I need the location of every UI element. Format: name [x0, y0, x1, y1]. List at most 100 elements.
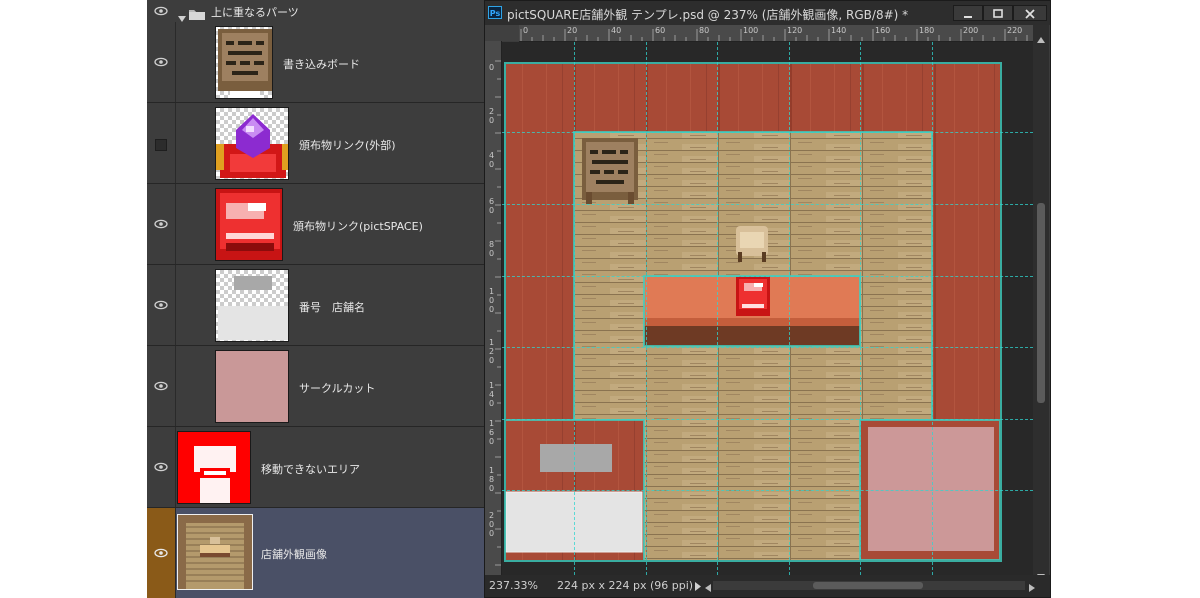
canvas-area[interactable] — [502, 42, 1033, 575]
group-name: 上に重なるパーツ — [211, 6, 299, 19]
ruler-label: 160 — [875, 26, 891, 35]
layer-thumbnail — [215, 107, 289, 180]
layer-visibility-toggle[interactable] — [147, 22, 176, 102]
layer-name: 頒布物リンク(外部) — [299, 139, 396, 152]
guide-line — [646, 42, 647, 575]
layer-thumbnail — [177, 514, 253, 590]
layer-thumbnail — [215, 269, 289, 342]
layer-name: サークルカット — [299, 382, 376, 395]
ruler-vertical[interactable]: 0 2 0 4 0 6 0 8 0 1 0 0 1 2 0 1 4 0 1 6 … — [485, 41, 502, 575]
layer-row[interactable]: 頒布物リンク(pictSPACE) — [147, 184, 484, 265]
layer-group-header[interactable]: 上に重なるパーツ — [147, 0, 484, 23]
guide-line — [502, 419, 1033, 420]
document-size-info: 224 px x 224 px (96 ppi) — [557, 579, 694, 592]
guide-line — [574, 42, 575, 575]
zoom-level[interactable]: 237.33% — [489, 579, 538, 592]
scroll-left-icon[interactable] — [705, 582, 711, 595]
layer-name: 店舗外観画像 — [261, 548, 327, 561]
minimize-icon — [954, 9, 982, 19]
ruler-label: 2 0 0 — [489, 511, 495, 538]
maximize-button[interactable] — [983, 5, 1013, 21]
ruler-label: 140 — [831, 26, 847, 35]
layer-row[interactable]: サークルカット — [147, 346, 484, 427]
ruler-label: 1 0 0 — [489, 287, 495, 314]
horizontal-scroll-thumb[interactable] — [813, 582, 923, 589]
layer-visibility-toggle[interactable] — [147, 103, 176, 183]
layers-panel: 上に重なるパーツ 書き込みボード 頒布物リンク(外部) 頒布物リンク(pictS… — [147, 0, 484, 598]
layer-name: 書き込みボード — [283, 58, 360, 71]
ruler-top-ticks — [520, 29, 1028, 41]
layer-thumbnail — [177, 431, 251, 504]
visibility-off-box[interactable] — [155, 139, 167, 151]
vertical-scrollbar[interactable] — [1033, 25, 1049, 580]
scroll-up-icon[interactable] — [1037, 28, 1045, 47]
ruler-label: 80 — [699, 26, 710, 35]
guide-line — [502, 490, 1033, 491]
ruler-label: 1 2 0 — [489, 338, 495, 365]
ruler-label: 120 — [787, 26, 803, 35]
layer-visibility-toggle[interactable] — [147, 508, 176, 598]
horizontal-scrollbar[interactable] — [713, 581, 1025, 590]
eye-icon[interactable] — [154, 57, 168, 67]
ruler-label: 100 — [743, 26, 759, 35]
document-window: Ps pictSQUARE店舗外観 テンプレ.psd @ 237% (店舗外観画… — [484, 0, 1051, 598]
close-button[interactable] — [1013, 5, 1047, 21]
layer-name: 頒布物リンク(pictSPACE) — [293, 220, 423, 233]
ruler-label: 60 — [655, 26, 666, 35]
scroll-right-icon[interactable] — [1029, 582, 1035, 595]
guide-line — [502, 347, 1033, 348]
ruler-label: 1 8 0 — [489, 466, 495, 493]
layer-visibility-toggle[interactable] — [147, 427, 176, 507]
ruler-label: 220 — [1007, 26, 1023, 35]
ruler-label: 40 — [611, 26, 622, 35]
vertical-scroll-thumb[interactable] — [1037, 203, 1045, 403]
eye-icon[interactable] — [154, 548, 168, 558]
document-titlebar[interactable]: Ps pictSQUARE店舗外観 テンプレ.psd @ 237% (店舗外観画… — [485, 1, 1050, 25]
ruler-label: 1 6 0 — [489, 419, 495, 446]
layer-row[interactable]: 番号 店舗名 — [147, 265, 484, 346]
ruler-label: 180 — [919, 26, 935, 35]
layer-row[interactable]: 書き込みボード — [147, 22, 484, 103]
maximize-icon — [984, 9, 1012, 19]
ruler-label: 200 — [963, 26, 979, 35]
minimize-button[interactable] — [953, 5, 983, 21]
ruler-label: 2 0 — [489, 107, 495, 125]
guide-line — [502, 132, 1033, 133]
ruler-label: 4 0 — [489, 151, 495, 169]
eye-icon[interactable] — [154, 6, 168, 16]
store-canvas[interactable] — [502, 42, 1033, 575]
ruler-label: 20 — [567, 26, 578, 35]
guide-line — [860, 42, 861, 575]
layer-thumbnail — [215, 26, 273, 99]
layer-row[interactable]: 移動できないエリア — [147, 427, 484, 508]
eye-icon[interactable] — [154, 381, 168, 391]
document-title: pictSQUARE店舗外観 テンプレ.psd @ 237% (店舗外観画像, … — [507, 8, 909, 22]
eye-icon[interactable] — [154, 219, 168, 229]
ruler-label: 1 4 0 — [489, 381, 495, 408]
guide-line — [789, 42, 790, 575]
ruler-horizontal[interactable]: 0 20 40 60 80 100 120 140 160 180 200 22… — [519, 25, 1033, 42]
eye-icon[interactable] — [154, 462, 168, 472]
layer-thumbnail — [215, 188, 283, 261]
ruler-label: 6 0 — [489, 197, 495, 215]
guide-line — [502, 276, 1033, 277]
ruler-label: 0 — [523, 26, 529, 35]
guide-line — [717, 42, 718, 575]
layer-row[interactable]: 頒布物リンク(外部) — [147, 103, 484, 184]
status-menu-arrow-icon[interactable] — [695, 581, 701, 594]
guide-line — [932, 42, 933, 575]
ruler-label: 0 — [489, 63, 495, 72]
layer-row-selected[interactable]: 店舗外観画像 — [147, 508, 484, 598]
ruler-corner[interactable] — [485, 25, 519, 41]
ruler-label: 8 0 — [489, 240, 495, 258]
layer-visibility-toggle[interactable] — [147, 184, 176, 264]
layer-name: 番号 店舗名 — [299, 301, 365, 314]
layer-visibility-toggle[interactable] — [147, 346, 176, 426]
guide-line — [502, 204, 1033, 205]
close-icon — [1014, 9, 1046, 19]
status-bar: 237.33% 224 px x 224 px (96 ppi) — [485, 575, 1050, 597]
eye-icon[interactable] — [154, 300, 168, 310]
layer-thumbnail — [215, 350, 289, 423]
layer-visibility-toggle[interactable] — [147, 265, 176, 345]
layer-name: 移動できないエリア — [261, 463, 360, 476]
